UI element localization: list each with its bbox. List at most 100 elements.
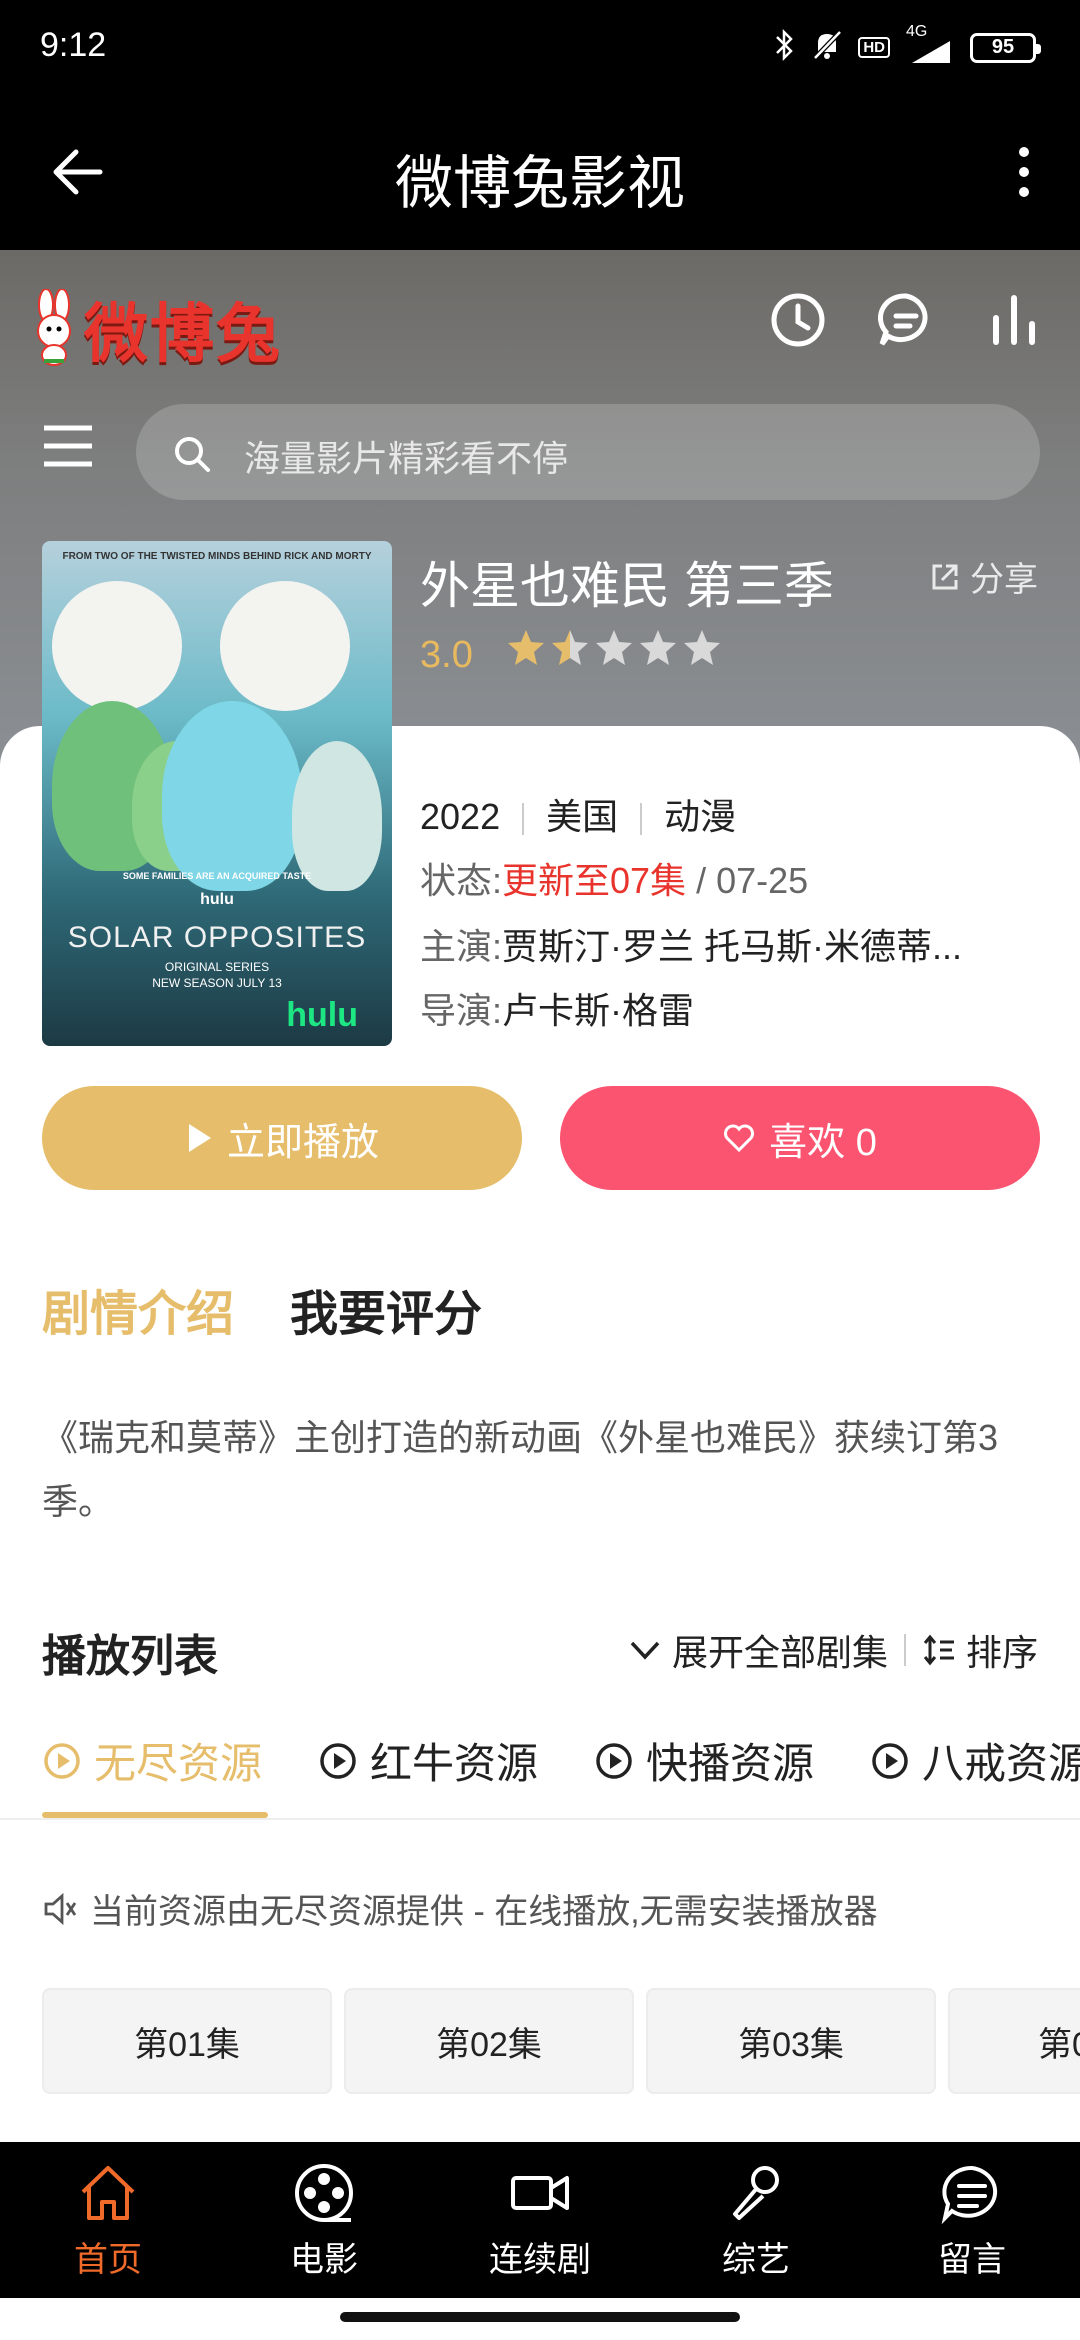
rating-score: 3.0	[420, 634, 473, 676]
poster-network: hulu	[200, 891, 234, 908]
playlist-title: 播放列表	[42, 1632, 218, 1681]
nav-series[interactable]: 连续剧	[432, 2142, 648, 2298]
status-time: 9:12	[40, 26, 107, 64]
movie-title: 外星也难民 第三季	[420, 558, 834, 614]
hd-badge: HD	[858, 37, 890, 58]
meta-status: 状态:更新至07集 / 07-25	[420, 852, 808, 904]
divider	[522, 803, 525, 836]
like-button[interactable]: 喜欢 0	[560, 1086, 1040, 1190]
poster-caption-line: ORIGINAL SERIES	[164, 960, 270, 974]
more-vertical-icon	[1019, 147, 1029, 197]
more-options-button[interactable]	[1004, 142, 1044, 202]
source-tab[interactable]: 无尽资源	[42, 1730, 262, 1791]
play-circle-icon	[44, 1742, 80, 1779]
search-input[interactable]: 海量影片精彩看不停	[136, 404, 1040, 500]
nav-label: 首页	[74, 2240, 142, 2279]
poster-caption: ORIGINAL SERIES NEW SEASON JULY 13	[42, 959, 392, 991]
chevron-down-icon	[630, 1641, 660, 1660]
source-notice: 当前资源由无尽资源提供 - 在线播放,无需安装播放器	[42, 1884, 878, 1933]
episode-button[interactable]: 第01集	[42, 1988, 332, 2094]
source-tabs: 无尽资源 红牛资源 快播资源 八戒资源	[42, 1730, 1080, 1791]
poster-eye-left	[52, 581, 182, 711]
playlist-tools: 展开全部剧集 排序	[628, 1624, 1038, 1676]
nav-label: 电影	[290, 2240, 358, 2279]
play-icon	[188, 1124, 211, 1152]
battery-indicator: 95	[970, 32, 1041, 63]
meta-year: 2022	[420, 796, 501, 837]
director-value: 卢卡斯·格雷	[502, 990, 695, 1031]
movie-poster: FROM TWO OF THE TWISTED MINDS BEHIND RIC…	[42, 541, 392, 1046]
divider	[903, 1634, 906, 1666]
tab-intro[interactable]: 剧情介绍	[42, 1274, 234, 1344]
gesture-bar[interactable]	[340, 2312, 740, 2322]
status-value: 更新至07集	[502, 860, 687, 901]
divider	[640, 803, 643, 836]
share-icon	[932, 564, 958, 589]
nav-label: 综艺	[722, 2240, 790, 2279]
poster-caption-line: NEW SEASON JULY 13	[152, 976, 282, 990]
intro-text: 《瑞克和莫蒂》主创打造的新动画《外星也难民》获续订第3季。	[42, 1417, 999, 1522]
episode-button[interactable]: 第03集	[646, 1988, 936, 2094]
source-label: 红牛资源	[370, 1740, 539, 1787]
source-label: 八戒资源	[922, 1740, 1080, 1787]
nav-label: 连续剧	[489, 2240, 591, 2279]
poster-tagline: SOME FAMILIES ARE AN ACQUIRED TASTE	[122, 871, 312, 881]
speaker-icon	[44, 1892, 77, 1925]
poster-character	[292, 741, 382, 891]
poster-logo: hulu	[286, 996, 358, 1034]
star-icon	[508, 630, 544, 665]
search-placeholder: 海量影片精彩看不停	[244, 438, 569, 479]
chat-icon	[877, 293, 928, 346]
history-button[interactable]	[766, 288, 830, 352]
film-reel-icon	[295, 2163, 353, 2222]
meta-director: 导演:卢卡斯·格雷	[420, 982, 694, 1034]
nav-movies[interactable]: 电影	[216, 2142, 432, 2298]
share-button[interactable]: 分享	[928, 552, 1038, 601]
play-label: 立即播放	[226, 1121, 379, 1164]
share-label: 分享	[970, 561, 1038, 599]
meta-cast: 主演:贾斯汀·罗兰 托马斯·米德蒂...	[420, 918, 962, 970]
microphone-icon	[733, 2165, 779, 2220]
star-icon	[596, 630, 632, 665]
status-label: 状态:	[420, 860, 503, 901]
sort-button[interactable]: 排序	[922, 1624, 1038, 1676]
detail-tabs: 剧情介绍 我要评分	[42, 1274, 482, 1344]
poster-title: SOLAR OPPOSITES	[67, 921, 367, 954]
nav-variety[interactable]: 综艺	[648, 2142, 864, 2298]
source-tab[interactable]: 快播资源	[594, 1730, 814, 1791]
play-now-button[interactable]: 立即播放	[42, 1086, 522, 1190]
source-tab[interactable]: 八戒资源	[870, 1730, 1080, 1791]
source-label: 无尽资源	[94, 1740, 263, 1787]
poster-character	[162, 701, 302, 891]
app-bar: 微博兔影视	[0, 96, 1080, 250]
app-logo[interactable]: 微博兔	[24, 284, 314, 374]
tab-rate[interactable]: 我要评分	[290, 1274, 482, 1344]
category-menu-button[interactable]	[40, 418, 96, 474]
source-label: 快播资源	[646, 1740, 815, 1787]
star-icon	[684, 630, 720, 665]
meta-genre: 动漫	[664, 796, 737, 837]
rating-stars	[506, 628, 722, 668]
logo-text: 微博兔	[84, 297, 282, 372]
status-bar: 9:12 HD 4G 95	[0, 0, 1080, 96]
search-icon	[175, 437, 210, 472]
episode-button[interactable]: 第04集	[948, 1988, 1080, 2094]
ranking-button[interactable]	[982, 288, 1046, 352]
poster-eye-right	[220, 581, 350, 711]
clock-icon	[771, 293, 825, 347]
divider	[0, 1818, 1080, 1820]
messages-button[interactable]	[874, 288, 938, 352]
episode-button[interactable]: 第02集	[344, 1988, 634, 2094]
video-camera-icon	[511, 2175, 569, 2210]
nav-messages[interactable]: 留言	[864, 2142, 1080, 2298]
episode-strip: 第01集 第02集 第03集 第04集	[0, 1980, 1080, 2104]
hamburger-menu-icon	[44, 425, 92, 467]
nav-home[interactable]: 首页	[0, 2142, 216, 2298]
nav-label: 留言	[938, 2240, 1006, 2279]
expand-all-button[interactable]: 展开全部剧集	[628, 1624, 888, 1676]
chat-bubble-icon	[941, 2165, 998, 2224]
star-icon	[640, 630, 676, 665]
source-tab[interactable]: 红牛资源	[318, 1730, 538, 1791]
expand-label: 展开全部剧集	[671, 1632, 888, 1673]
heart-icon	[724, 1124, 755, 1153]
